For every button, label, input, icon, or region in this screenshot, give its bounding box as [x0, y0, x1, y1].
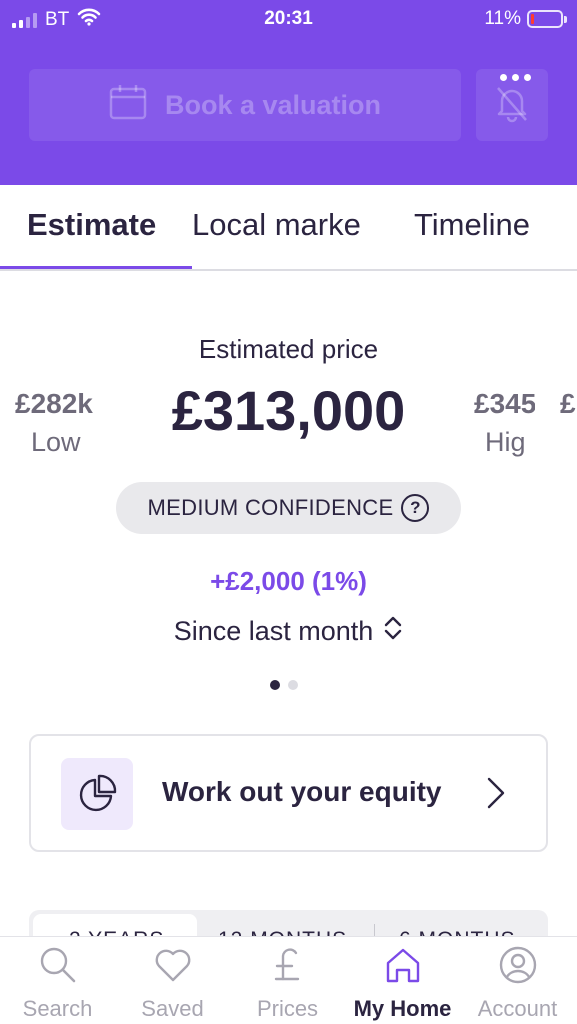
high-estimate-value[interactable]: £345 [474, 388, 535, 420]
account-icon [498, 937, 538, 990]
pie-chart-icon [61, 758, 133, 830]
nav-prices[interactable]: Prices [230, 937, 345, 1024]
bell-off-icon [493, 83, 531, 128]
period-toggle[interactable]: Since last month [0, 614, 577, 649]
book-valuation-label: Book a valuation [164, 89, 382, 120]
equity-card-label: Work out your equity [162, 776, 442, 807]
nav-prices-label: Prices [256, 996, 319, 1021]
nav-saved-label: Saved [141, 996, 204, 1021]
search-icon [38, 937, 78, 990]
status-bar: BT 20:31 11% [0, 0, 577, 38]
nav-account-label: Account [477, 996, 558, 1021]
estimated-price-label: Estimated price [198, 334, 379, 364]
book-valuation-button[interactable]: Book a valuation [29, 69, 461, 141]
battery-icon [527, 10, 567, 28]
low-estimate-value[interactable]: £282k [15, 388, 93, 420]
nav-account[interactable]: Account [460, 937, 575, 1024]
nav-saved[interactable]: Saved [115, 937, 230, 1024]
tab-estimate[interactable]: Estimate [27, 207, 156, 243]
help-icon[interactable]: ? [401, 494, 430, 522]
nav-search[interactable]: Search [0, 937, 115, 1024]
page-dot-active [270, 680, 280, 690]
more-icon[interactable] [500, 74, 531, 81]
high-estimate-label: Hig [485, 427, 526, 457]
nav-my-home[interactable]: My Home [345, 937, 460, 1024]
price-change: +£2,000 (1%) [210, 566, 367, 596]
chevron-right-icon [485, 776, 507, 815]
bottom-nav: Search Saved Prices My Home Account [0, 936, 577, 1024]
nav-my-home-label: My Home [353, 996, 452, 1021]
page-indicator [270, 680, 298, 690]
home-icon [383, 937, 423, 990]
pound-icon [268, 937, 308, 990]
tab-bar: Estimate Local marke Timeline [0, 185, 577, 271]
nav-search-label: Search [22, 996, 93, 1021]
low-estimate-label: Low [31, 427, 81, 457]
calendar-icon [109, 84, 147, 127]
page-dot [288, 680, 298, 690]
tab-active-indicator [0, 266, 192, 269]
battery-percent: 11% [484, 8, 521, 29]
tab-timeline[interactable]: Timeline [414, 207, 530, 243]
chevron-up-down-icon [383, 614, 403, 649]
since-label: Since last month [173, 616, 374, 646]
equity-card[interactable]: Work out your equity [29, 734, 548, 852]
heart-icon [153, 937, 193, 990]
next-estimate-value[interactable]: £ [560, 388, 577, 420]
confidence-badge[interactable]: MEDIUM CONFIDENCE ? [116, 482, 461, 534]
header-bar: BT 20:31 11% Book a valuation [0, 0, 577, 185]
confidence-label: MEDIUM CONFIDENCE [147, 495, 394, 520]
tab-local-market[interactable]: Local marke [192, 207, 361, 243]
